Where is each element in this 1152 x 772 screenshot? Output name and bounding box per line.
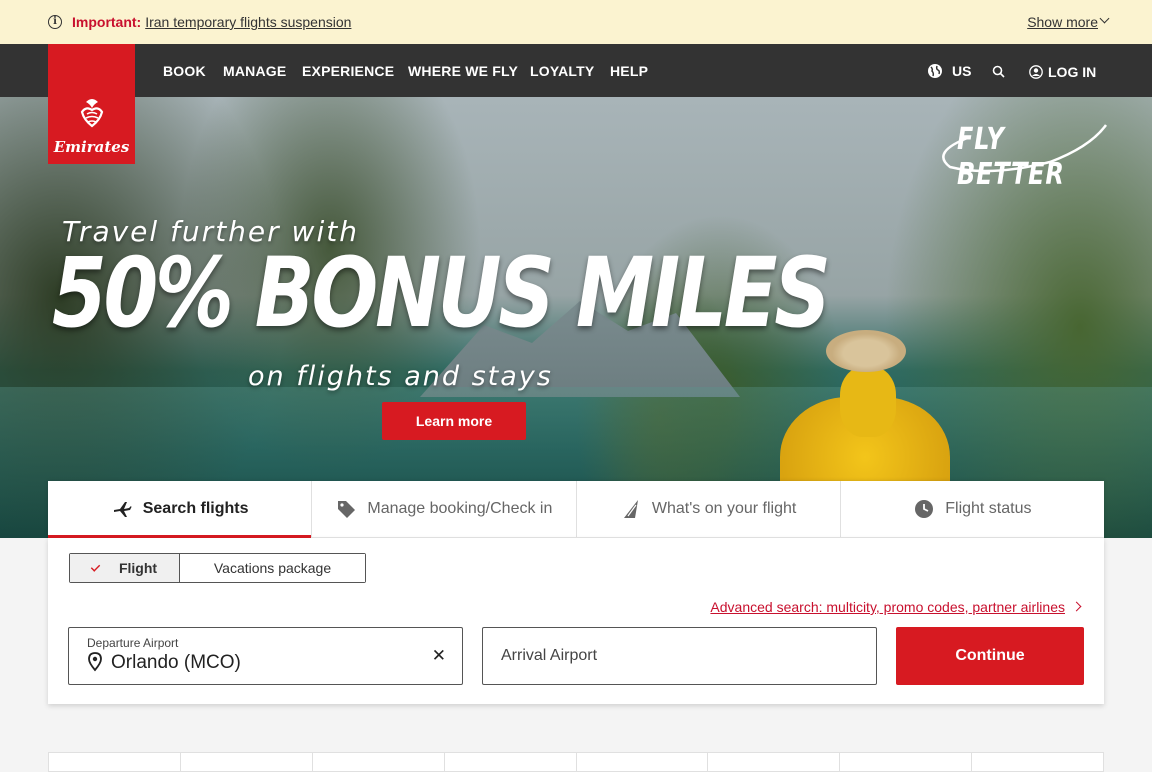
bottom-card[interactable] — [840, 753, 973, 771]
alert-bar: i Important: Iran temporary flights susp… — [0, 0, 1152, 44]
hero-traveler-hat — [826, 330, 906, 372]
nav-item-loyalty[interactable]: LOYALTY — [530, 63, 594, 79]
bottom-card[interactable] — [49, 753, 181, 771]
learn-more-button[interactable]: Learn more — [382, 402, 526, 440]
departure-airport-field[interactable]: Departure Airport Orlando (MCO) ✕ — [68, 627, 463, 685]
login-label: LOG IN — [1048, 64, 1097, 80]
main-nav: BOOK MANAGE EXPERIENCE WHERE WE FLY LOYA… — [0, 44, 1152, 97]
continue-button[interactable]: Continue — [896, 627, 1084, 685]
logo-wordmark: Emirates — [53, 138, 130, 156]
tab-whats-on-flight[interactable]: What's on your flight — [577, 481, 841, 537]
bottom-card[interactable] — [708, 753, 841, 771]
bottom-card[interactable] — [577, 753, 709, 771]
emirates-emblem-icon — [80, 99, 103, 128]
flight-search-panel: Flight Vacations package Advanced search… — [48, 538, 1104, 704]
tab-flight-status[interactable]: Flight status — [841, 481, 1104, 537]
arrival-airport-placeholder: Arrival Airport — [501, 647, 598, 664]
alert-important-label: Important: — [72, 14, 142, 30]
alert-link[interactable]: Iran temporary flights suspension — [145, 14, 351, 30]
bottom-card-row — [48, 752, 1104, 772]
arrival-airport-field[interactable]: Arrival Airport — [482, 627, 877, 685]
chevron-right-icon — [1071, 601, 1082, 612]
hero-banner: FLY BETTER Travel further with 50% BONUS… — [0, 97, 1152, 538]
bottom-card[interactable] — [972, 753, 1103, 771]
chevron-down-icon — [1099, 13, 1110, 24]
trip-type-flight-label: Flight — [118, 560, 158, 576]
trip-type-flight[interactable]: Flight — [70, 554, 180, 582]
tab-whats-on-flight-label: What's on your flight — [651, 500, 797, 517]
nav-item-book[interactable]: BOOK — [163, 63, 206, 79]
trip-type-toggle: Flight Vacations package — [69, 553, 366, 583]
user-icon — [1029, 65, 1043, 79]
login-button[interactable]: LOG IN — [1029, 64, 1096, 80]
nav-item-help[interactable]: HELP — [610, 63, 648, 79]
search-icon — [992, 65, 1005, 78]
hero-tagline: FLY BETTER — [957, 122, 1065, 192]
tab-manage-booking[interactable]: Manage booking/Check in — [312, 481, 577, 537]
globe-icon — [928, 64, 942, 78]
hero-subtitle: on flights and stays — [248, 361, 553, 392]
tab-search-flights-label: Search flights — [142, 500, 249, 517]
tab-search-flights[interactable]: Search flights — [48, 481, 313, 538]
tab-flight-status-label: Flight status — [945, 500, 1032, 517]
clear-departure-button[interactable]: ✕ — [432, 646, 446, 666]
plane-icon — [111, 498, 133, 520]
nav-item-manage[interactable]: MANAGE — [223, 63, 286, 79]
bottom-card[interactable] — [445, 753, 577, 771]
booking-tabs: Search flights Manage booking/Check in W… — [48, 481, 1104, 538]
advanced-search-link[interactable]: Advanced search: multicity, promo codes,… — [710, 599, 1065, 615]
region-label: US — [952, 63, 972, 79]
tag-icon — [335, 498, 357, 520]
region-selector[interactable]: US — [927, 63, 971, 79]
nav-item-where-we-fly[interactable]: WHERE WE FLY — [408, 63, 518, 79]
check-icon — [90, 561, 101, 572]
search-button[interactable] — [992, 65, 1005, 78]
trip-type-vacations-label: Vacations package — [213, 560, 332, 576]
clock-icon — [913, 498, 935, 520]
show-more-link[interactable]: Show more — [1027, 14, 1098, 30]
bottom-card[interactable] — [181, 753, 313, 771]
departure-airport-value: Orlando (MCO) — [111, 652, 241, 673]
tailfin-icon — [620, 498, 642, 520]
hero-traveler-body — [840, 367, 896, 437]
info-icon: i — [48, 15, 62, 29]
departure-airport-label: Departure Airport — [87, 636, 179, 650]
bottom-card[interactable] — [313, 753, 445, 771]
emirates-logo[interactable]: Emirates — [48, 44, 135, 164]
location-pin-icon — [88, 652, 102, 672]
nav-item-experience[interactable]: EXPERIENCE — [302, 63, 394, 79]
hero-title: 50% BONUS MILES — [52, 237, 831, 349]
trip-type-vacations[interactable]: Vacations package — [180, 554, 365, 582]
tab-manage-booking-label: Manage booking/Check in — [367, 500, 553, 517]
